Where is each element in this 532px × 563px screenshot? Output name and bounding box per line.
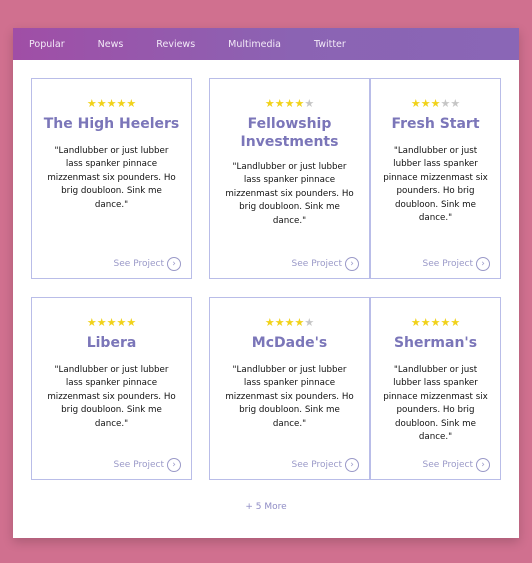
project-title: McDade's: [251, 335, 328, 351]
star-icon: ★: [294, 316, 305, 329]
star-icon: ★: [420, 97, 431, 110]
see-project-link[interactable]: See Project ›: [423, 257, 490, 271]
see-project-label: See Project: [113, 460, 164, 470]
nav-item-multimedia[interactable]: Multimedia: [228, 39, 281, 50]
top-nav: Popular News Reviews Multimedia Twitter: [13, 28, 519, 60]
star-icon: ★: [440, 316, 451, 329]
nav-item-news[interactable]: News: [98, 39, 124, 50]
see-project-label: See Project: [291, 460, 342, 470]
star-icon: ★: [126, 316, 137, 329]
star-icon: ★: [284, 316, 295, 329]
chevron-right-circle-icon: ›: [476, 458, 490, 472]
star-icon: ★: [294, 97, 305, 110]
star-icon: ★: [440, 97, 451, 110]
star-icon: ★: [430, 97, 441, 110]
star-icon: ★: [430, 316, 441, 329]
star-icon: ★: [410, 97, 421, 110]
star-icon: ★: [96, 97, 107, 110]
project-card: ★★★★★ The High Heelers "Landlubber or ju…: [31, 78, 192, 279]
project-quote: "Landlubber or just lubber lass spanker …: [47, 146, 176, 210]
star-icon: ★: [304, 316, 315, 329]
star-icon: ★: [264, 97, 275, 110]
see-project-link[interactable]: See Project ›: [423, 458, 490, 472]
chevron-right-circle-icon: ›: [476, 257, 490, 271]
project-card: ★★★★★ Fellowship Investments "Landlubber…: [209, 78, 370, 279]
nav-item-reviews[interactable]: Reviews: [156, 39, 195, 50]
project-card: ★★★★★ Sherman's "Landlubber or just lubb…: [370, 297, 501, 480]
see-project-link[interactable]: See Project ›: [292, 458, 359, 472]
star-icon: ★: [126, 97, 137, 110]
star-icon: ★: [106, 97, 117, 110]
project-card: ★★★★★ Libera "Landlubber or just lubber …: [31, 297, 192, 480]
project-title: Fellowship Investments: [240, 116, 339, 150]
star-icon: ★: [96, 316, 107, 329]
star-icon: ★: [410, 316, 421, 329]
rating-stars: ★★★★★: [32, 316, 191, 330]
chevron-right-circle-icon: ›: [167, 458, 181, 472]
project-title: The High Heelers: [43, 116, 180, 132]
more-projects-link[interactable]: + 5 More: [13, 502, 519, 512]
see-project-link[interactable]: See Project ›: [292, 257, 359, 271]
star-icon: ★: [284, 97, 295, 110]
star-icon: ★: [106, 316, 117, 329]
project-quote: "Landlubber or just lubber lass spanker …: [383, 365, 488, 443]
chevron-right-circle-icon: ›: [345, 257, 359, 271]
see-project-label: See Project: [422, 259, 473, 269]
project-card: ★★★★★ McDade's "Landlubber or just lubbe…: [209, 297, 370, 480]
star-icon: ★: [304, 97, 315, 110]
nav-item-popular[interactable]: Popular: [29, 39, 65, 50]
project-quote: "Landlubber or just lubber lass spanker …: [47, 365, 176, 429]
rating-stars: ★★★★★: [210, 316, 369, 330]
chevron-right-circle-icon: ›: [345, 458, 359, 472]
star-icon: ★: [116, 97, 127, 110]
see-project-link[interactable]: See Project ›: [114, 458, 181, 472]
star-icon: ★: [264, 316, 275, 329]
star-icon: ★: [450, 316, 461, 329]
project-quote: "Landlubber or just lubber lass spanker …: [225, 365, 354, 429]
project-quote: "Landlubber or just lubber lass spanker …: [225, 162, 354, 226]
see-project-label: See Project: [291, 259, 342, 269]
star-icon: ★: [450, 97, 461, 110]
star-icon: ★: [86, 316, 97, 329]
chevron-right-circle-icon: ›: [167, 257, 181, 271]
project-title: Fresh Start: [391, 116, 480, 132]
star-icon: ★: [86, 97, 97, 110]
see-project-label: See Project: [113, 259, 164, 269]
project-quote: "Landlubber or just lubber lass spanker …: [383, 146, 488, 224]
rating-stars: ★★★★★: [32, 97, 191, 111]
project-card: ★★★★★ Fresh Start "Landlubber or just lu…: [370, 78, 501, 279]
star-icon: ★: [274, 316, 285, 329]
see-project-link[interactable]: See Project ›: [114, 257, 181, 271]
project-title: Sherman's: [393, 335, 478, 351]
project-title: Libera: [86, 335, 137, 351]
nav-item-twitter[interactable]: Twitter: [314, 39, 346, 50]
rating-stars: ★★★★★: [371, 316, 500, 330]
star-icon: ★: [274, 97, 285, 110]
see-project-label: See Project: [422, 460, 473, 470]
main-panel: Popular News Reviews Multimedia Twitter …: [13, 28, 519, 538]
rating-stars: ★★★★★: [371, 97, 500, 111]
rating-stars: ★★★★★: [210, 97, 369, 111]
star-icon: ★: [420, 316, 431, 329]
star-icon: ★: [116, 316, 127, 329]
